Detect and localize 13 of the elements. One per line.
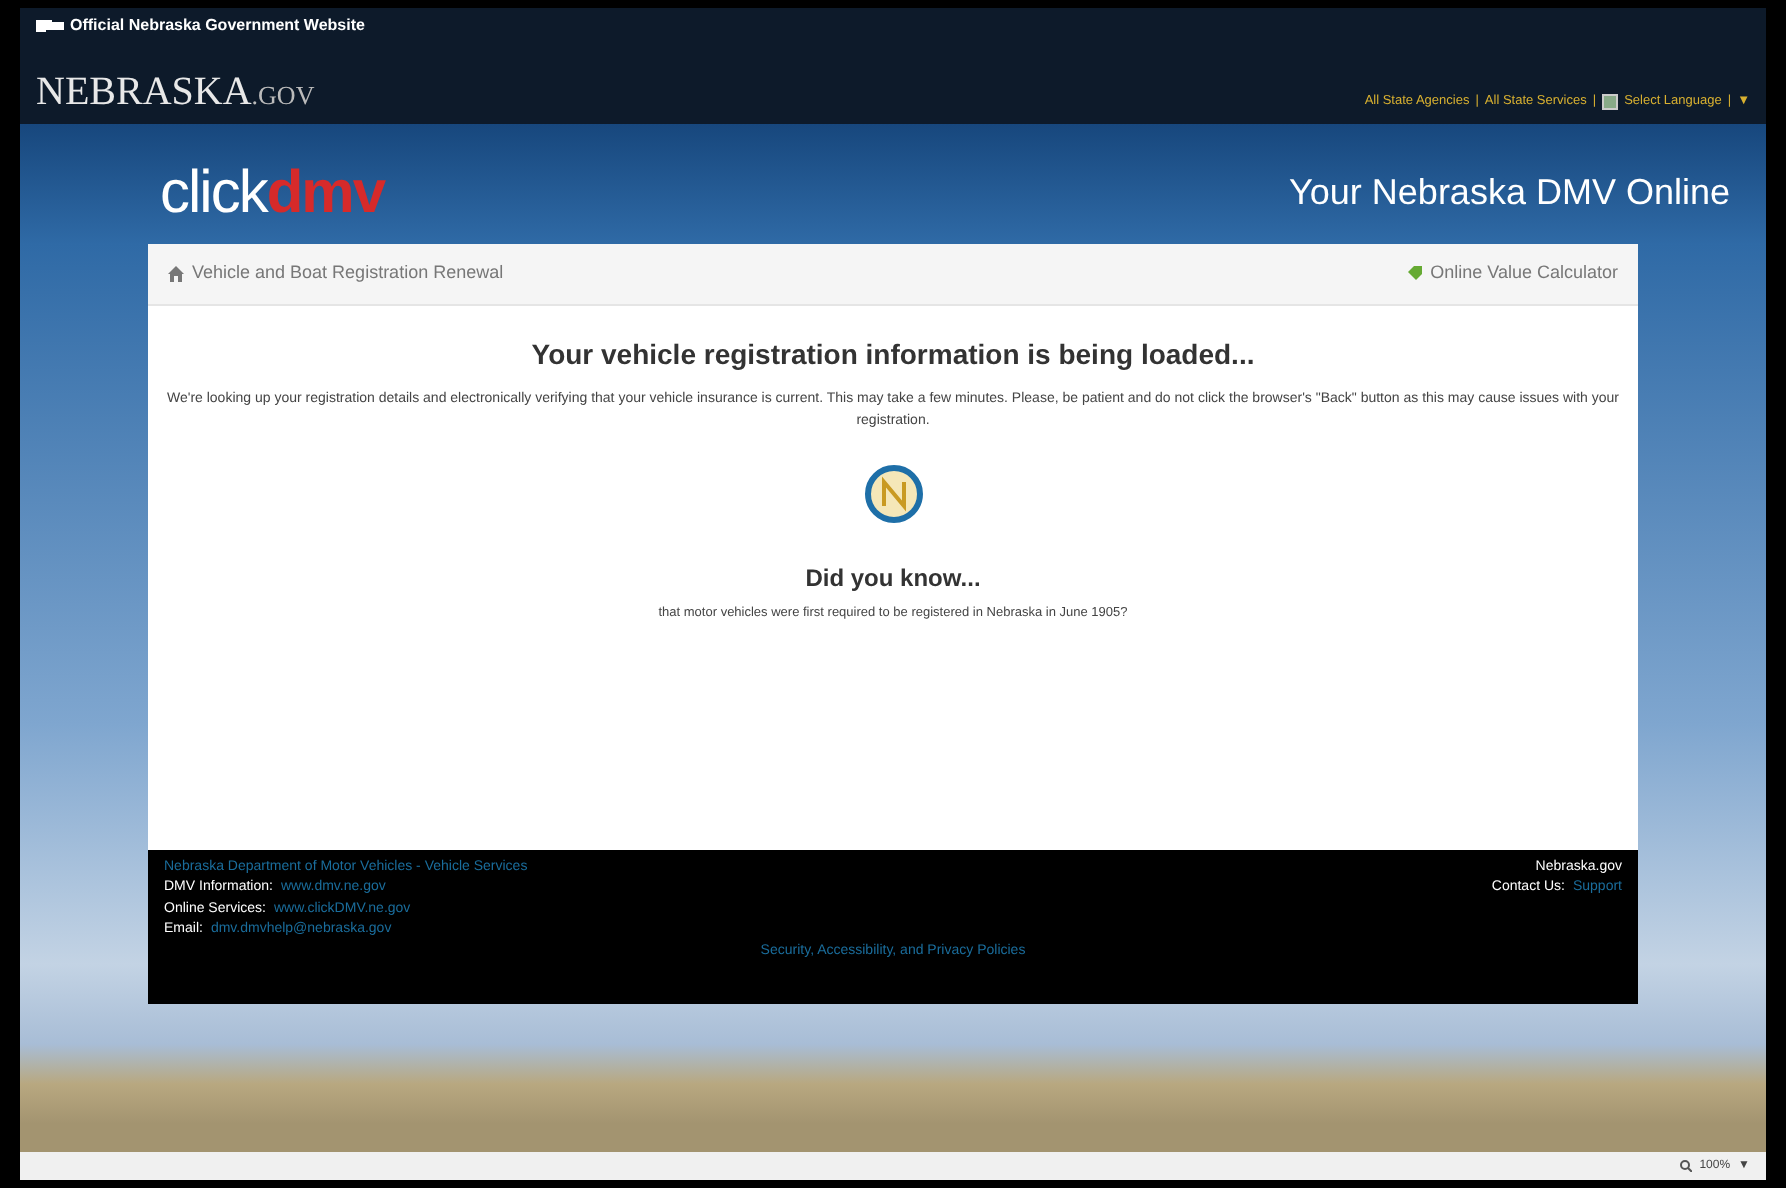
- state-outline-icon: [36, 20, 64, 32]
- clickdmv-logo[interactable]: clickdmv: [160, 147, 385, 237]
- tag-icon: [1408, 266, 1423, 281]
- site-tagline: Your Nebraska DMV Online: [1289, 169, 1730, 215]
- calculator-link[interactable]: Online Value Calculator: [1430, 260, 1618, 287]
- breadcrumb-title: Vehicle and Boat Registration Renewal: [192, 260, 504, 286]
- home-icon: [168, 265, 184, 282]
- fact-heading: Did you know...: [803, 561, 983, 596]
- official-site-text: Official Nebraska Government Website: [70, 14, 365, 38]
- spinner-logo-icon: [863, 463, 923, 524]
- zoom-icon: [1679, 1160, 1692, 1172]
- loading-heading: Your vehicle registration information is being loaded...: [529, 335, 1257, 374]
- nebraska-gov-logo[interactable]: NEBRASKA.GOV: [36, 72, 315, 112]
